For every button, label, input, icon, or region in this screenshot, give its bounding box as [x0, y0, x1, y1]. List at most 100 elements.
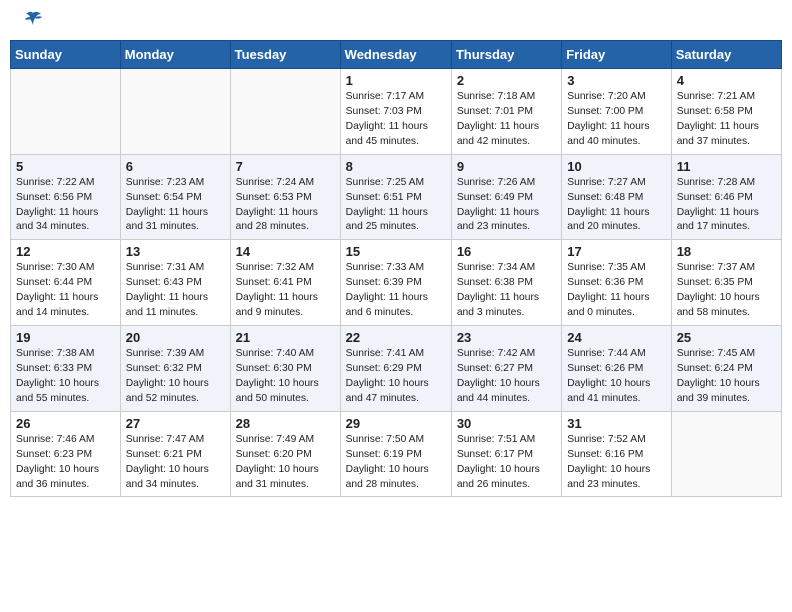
- day-number: 30: [457, 416, 556, 431]
- day-content: Sunrise: 7:49 AM Sunset: 6:20 PM Dayligh…: [236, 433, 335, 493]
- calendar-cell: 22 Sunrise: 7:41 AM Sunset: 6:29 PM Dayli…: [340, 326, 451, 412]
- calendar-weekday-header: Sunday: [11, 41, 121, 69]
- day-number: 5: [16, 159, 115, 174]
- day-number: 29: [346, 416, 446, 431]
- calendar-cell: 12 Sunrise: 7:30 AM Sunset: 6:44 PM Dayli…: [11, 240, 121, 326]
- day-number: 23: [457, 330, 556, 345]
- day-content: Sunrise: 7:17 AM Sunset: 7:03 PM Dayligh…: [346, 90, 446, 150]
- day-number: 27: [126, 416, 225, 431]
- calendar-cell: 1 Sunrise: 7:17 AM Sunset: 7:03 PM Daylig…: [340, 69, 451, 155]
- day-content: Sunrise: 7:47 AM Sunset: 6:21 PM Dayligh…: [126, 433, 225, 493]
- day-content: Sunrise: 7:35 AM Sunset: 6:36 PM Dayligh…: [567, 261, 665, 321]
- calendar-week-row: 26 Sunrise: 7:46 AM Sunset: 6:23 PM Dayli…: [11, 411, 782, 497]
- day-number: 4: [677, 73, 776, 88]
- day-content: Sunrise: 7:28 AM Sunset: 6:46 PM Dayligh…: [677, 176, 776, 236]
- day-number: 26: [16, 416, 115, 431]
- day-number: 9: [457, 159, 556, 174]
- calendar-week-row: 1 Sunrise: 7:17 AM Sunset: 7:03 PM Daylig…: [11, 69, 782, 155]
- day-content: Sunrise: 7:34 AM Sunset: 6:38 PM Dayligh…: [457, 261, 556, 321]
- day-number: 22: [346, 330, 446, 345]
- day-content: Sunrise: 7:37 AM Sunset: 6:35 PM Dayligh…: [677, 261, 776, 321]
- calendar-cell: 29Sunrise: 7:50 AM Sunset: 6:19 PM Dayli…: [340, 411, 451, 497]
- calendar-cell: 15 Sunrise: 7:33 AM Sunset: 6:39 PM Dayli…: [340, 240, 451, 326]
- day-content: Sunrise: 7:33 AM Sunset: 6:39 PM Dayligh…: [346, 261, 446, 321]
- calendar-cell: 25Sunrise: 7:45 AM Sunset: 6:24 PM Dayli…: [671, 326, 781, 412]
- page-header: [10, 10, 782, 30]
- calendar-cell: [230, 69, 340, 155]
- day-content: Sunrise: 7:46 AM Sunset: 6:23 PM Dayligh…: [16, 433, 115, 493]
- calendar-cell: 16 Sunrise: 7:34 AM Sunset: 6:38 PM Dayli…: [451, 240, 561, 326]
- calendar-weekday-header: Friday: [562, 41, 671, 69]
- calendar-cell: [11, 69, 121, 155]
- calendar-cell: 28 Sunrise: 7:49 AM Sunset: 6:20 PM Dayli…: [230, 411, 340, 497]
- day-content: Sunrise: 7:24 AM Sunset: 6:53 PM Dayligh…: [236, 176, 335, 236]
- day-number: 15: [346, 244, 446, 259]
- calendar-weekday-header: Thursday: [451, 41, 561, 69]
- day-content: Sunrise: 7:30 AM Sunset: 6:44 PM Dayligh…: [16, 261, 115, 321]
- day-number: 21: [236, 330, 335, 345]
- calendar-cell: 24 Sunrise: 7:44 AM Sunset: 6:26 PM Dayli…: [562, 326, 671, 412]
- calendar-cell: [671, 411, 781, 497]
- day-number: 28: [236, 416, 335, 431]
- logo-bird-icon: [23, 11, 43, 29]
- logo: [20, 15, 43, 25]
- day-number: 13: [126, 244, 225, 259]
- day-number: 12: [16, 244, 115, 259]
- day-content: Sunrise: 7:26 AM Sunset: 6:49 PM Dayligh…: [457, 176, 556, 236]
- day-content: Sunrise: 7:25 AM Sunset: 6:51 PM Dayligh…: [346, 176, 446, 236]
- calendar-cell: 6Sunrise: 7:23 AM Sunset: 6:54 PM Daylig…: [120, 154, 230, 240]
- calendar-weekday-header: Saturday: [671, 41, 781, 69]
- calendar-cell: 8 Sunrise: 7:25 AM Sunset: 6:51 PM Daylig…: [340, 154, 451, 240]
- day-number: 1: [346, 73, 446, 88]
- day-content: Sunrise: 7:38 AM Sunset: 6:33 PM Dayligh…: [16, 347, 115, 407]
- day-number: 24: [567, 330, 665, 345]
- calendar-cell: 14Sunrise: 7:32 AM Sunset: 6:41 PM Dayli…: [230, 240, 340, 326]
- calendar-table: SundayMondayTuesdayWednesdayThursdayFrid…: [10, 40, 782, 497]
- day-number: 25: [677, 330, 776, 345]
- calendar-cell: 26 Sunrise: 7:46 AM Sunset: 6:23 PM Dayli…: [11, 411, 121, 497]
- calendar-cell: 21 Sunrise: 7:40 AM Sunset: 6:30 PM Dayli…: [230, 326, 340, 412]
- day-number: 16: [457, 244, 556, 259]
- calendar-cell: 3Sunrise: 7:20 AM Sunset: 7:00 PM Daylig…: [562, 69, 671, 155]
- day-content: Sunrise: 7:18 AM Sunset: 7:01 PM Dayligh…: [457, 90, 556, 150]
- day-content: Sunrise: 7:52 AM Sunset: 6:16 PM Dayligh…: [567, 433, 665, 493]
- calendar-cell: 9 Sunrise: 7:26 AM Sunset: 6:49 PM Daylig…: [451, 154, 561, 240]
- day-number: 3: [567, 73, 665, 88]
- calendar-cell: 27 Sunrise: 7:47 AM Sunset: 6:21 PM Dayli…: [120, 411, 230, 497]
- day-content: Sunrise: 7:32 AM Sunset: 6:41 PM Dayligh…: [236, 261, 335, 321]
- calendar-cell: 18 Sunrise: 7:37 AM Sunset: 6:35 PM Dayli…: [671, 240, 781, 326]
- day-number: 31: [567, 416, 665, 431]
- day-number: 17: [567, 244, 665, 259]
- day-number: 18: [677, 244, 776, 259]
- calendar-weekday-header: Wednesday: [340, 41, 451, 69]
- calendar-cell: [120, 69, 230, 155]
- day-content: Sunrise: 7:51 AM Sunset: 6:17 PM Dayligh…: [457, 433, 556, 493]
- calendar-cell: 5 Sunrise: 7:22 AM Sunset: 6:56 PM Daylig…: [11, 154, 121, 240]
- day-number: 7: [236, 159, 335, 174]
- day-content: Sunrise: 7:39 AM Sunset: 6:32 PM Dayligh…: [126, 347, 225, 407]
- calendar-cell: 20Sunrise: 7:39 AM Sunset: 6:32 PM Dayli…: [120, 326, 230, 412]
- calendar-cell: 23 Sunrise: 7:42 AM Sunset: 6:27 PM Dayli…: [451, 326, 561, 412]
- day-number: 6: [126, 159, 225, 174]
- day-number: 10: [567, 159, 665, 174]
- day-content: Sunrise: 7:42 AM Sunset: 6:27 PM Dayligh…: [457, 347, 556, 407]
- calendar-cell: 7 Sunrise: 7:24 AM Sunset: 6:53 PM Daylig…: [230, 154, 340, 240]
- day-content: Sunrise: 7:40 AM Sunset: 6:30 PM Dayligh…: [236, 347, 335, 407]
- calendar-cell: 4Sunrise: 7:21 AM Sunset: 6:58 PM Daylig…: [671, 69, 781, 155]
- day-content: Sunrise: 7:27 AM Sunset: 6:48 PM Dayligh…: [567, 176, 665, 236]
- day-number: 2: [457, 73, 556, 88]
- calendar-weekday-header: Tuesday: [230, 41, 340, 69]
- day-content: Sunrise: 7:31 AM Sunset: 6:43 PM Dayligh…: [126, 261, 225, 321]
- day-content: Sunrise: 7:22 AM Sunset: 6:56 PM Dayligh…: [16, 176, 115, 236]
- calendar-cell: 30 Sunrise: 7:51 AM Sunset: 6:17 PM Dayli…: [451, 411, 561, 497]
- calendar-week-row: 12 Sunrise: 7:30 AM Sunset: 6:44 PM Dayli…: [11, 240, 782, 326]
- day-number: 8: [346, 159, 446, 174]
- calendar-header-row: SundayMondayTuesdayWednesdayThursdayFrid…: [11, 41, 782, 69]
- calendar-cell: 31 Sunrise: 7:52 AM Sunset: 6:16 PM Dayli…: [562, 411, 671, 497]
- calendar-cell: 17 Sunrise: 7:35 AM Sunset: 6:36 PM Dayli…: [562, 240, 671, 326]
- day-content: Sunrise: 7:41 AM Sunset: 6:29 PM Dayligh…: [346, 347, 446, 407]
- day-content: Sunrise: 7:44 AM Sunset: 6:26 PM Dayligh…: [567, 347, 665, 407]
- calendar-week-row: 19Sunrise: 7:38 AM Sunset: 6:33 PM Dayli…: [11, 326, 782, 412]
- calendar-cell: 19Sunrise: 7:38 AM Sunset: 6:33 PM Dayli…: [11, 326, 121, 412]
- day-number: 11: [677, 159, 776, 174]
